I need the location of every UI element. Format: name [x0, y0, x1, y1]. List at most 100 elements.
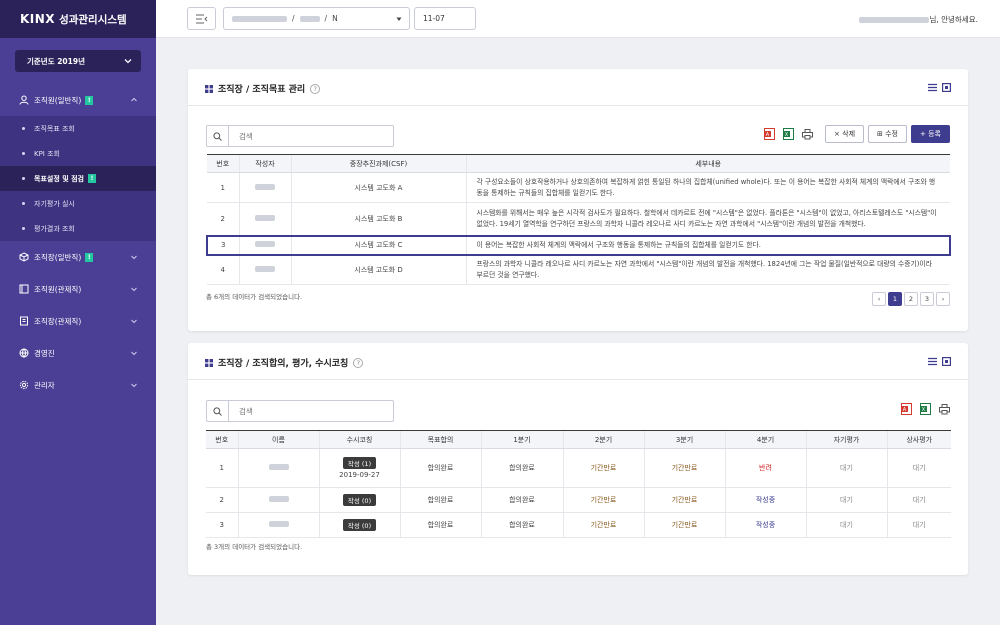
submenu: 조직목표 조회 KPI 조회 목표설정 및 점검! 자기평가 실시 평가결과 조… — [0, 116, 156, 241]
maximize-panel-icon[interactable] — [942, 83, 951, 92]
table-row-selected[interactable]: 3 시스템 고도화 C 이 용어는 복잡한 사회적 체계의 맥락에서 구조와 행… — [206, 234, 951, 256]
col-header[interactable]: 이름 — [237, 430, 319, 449]
submenu-goal-setting[interactable]: 목표설정 및 점검! — [0, 166, 156, 191]
alert-badge: ! — [87, 174, 96, 183]
col-header[interactable]: 세부내용 — [465, 154, 950, 173]
submenu-self-eval[interactable]: 자기평가 실시 — [0, 191, 156, 216]
menu-admin[interactable]: 관리자 — [0, 369, 156, 401]
collapse-panel-icon[interactable] — [928, 357, 937, 366]
selector-separator: / — [324, 14, 328, 23]
q4-cell[interactable]: 반려 — [724, 448, 806, 488]
table-row[interactable]: 2 작성 (0) 합의완료 합의완료 기간만료 기간만료 작성중 대기 대기 — [206, 487, 951, 513]
col-header[interactable]: 상사평가 — [886, 430, 951, 449]
col-header[interactable]: 중장추진과제(CSF) — [290, 154, 466, 173]
coaching-cell: 작성 (0) — [318, 512, 400, 538]
print-icon[interactable] — [939, 403, 950, 415]
add-button[interactable]: + 등록 — [911, 125, 950, 143]
agreement-eval-panel: 조직장 / 조직합의, 평가, 수시코칭 ? A X 번호 이름 수시코칭 목표… — [188, 343, 968, 575]
org-goal-panel: 조직장 / 조직목표 관리 ? A X × 삭제 ⊞ 수정 + 등록 번호 작성… — [188, 69, 968, 331]
agree-cell: 합의완료 — [399, 487, 481, 513]
brand-header[interactable]: KINX 성과관리시스템 — [0, 0, 156, 38]
user-greeting[interactable]: 님, 안녕하세요. — [859, 14, 978, 25]
col-header[interactable]: 4분기 — [724, 430, 806, 449]
submenu-eval-result[interactable]: 평가결과 조회 — [0, 216, 156, 241]
detail-cell: 각 구성요소들이 상호작용하거나 상호의존하여 복잡하게 얽힌 통일된 하나의 … — [465, 172, 950, 203]
col-header[interactable]: 작성자 — [238, 154, 291, 173]
year-select[interactable]: 기준년도 2019년 — [15, 50, 141, 72]
redacted-user — [859, 16, 930, 23]
next-page-button[interactable]: › — [936, 292, 950, 306]
coaching-write-button[interactable]: 작성 (0) — [342, 494, 377, 506]
pdf-export-icon[interactable]: A — [764, 128, 776, 140]
chevron-down-icon — [131, 255, 137, 260]
redacted-author — [255, 214, 275, 221]
search-icon[interactable] — [207, 401, 229, 421]
table-row[interactable]: 3 작성 (0) 합의완료 합의완료 기간만료 기간만료 작성중 대기 대기 — [206, 512, 951, 538]
org-goal-table: 번호 작성자 중장추진과제(CSF) 세부내용 1 시스템 고도화 A 각 구성… — [206, 154, 951, 285]
search-input[interactable] — [229, 131, 379, 141]
prev-page-button[interactable]: ‹ — [872, 292, 886, 306]
alert-badge: ! — [85, 252, 94, 262]
col-header[interactable]: 목표합의 — [399, 430, 481, 449]
file-icon — [18, 316, 29, 327]
date-field[interactable]: 11-07 — [414, 7, 476, 30]
delete-button[interactable]: × 삭제 — [825, 125, 865, 143]
detail-cell: 프랑스의 과학자 니콜라 레오나르 사디 카르노는 자연 과학에서 "시스템"이… — [465, 254, 950, 285]
coaching-cell: 작성 (0) — [318, 487, 400, 513]
col-header[interactable]: 번호 — [206, 430, 238, 449]
coaching-write-button[interactable]: 작성 (1) — [342, 457, 377, 469]
row-number: 3 — [206, 234, 239, 256]
col-header[interactable]: 자기평가 — [805, 430, 887, 449]
print-icon[interactable] — [802, 128, 814, 140]
table-row[interactable]: 4 시스템 고도화 D 프랑스의 과학자 니콜라 레오나르 사디 카르노는 자연… — [207, 254, 950, 285]
help-icon[interactable]: ? — [353, 357, 364, 368]
search-icon[interactable] — [207, 126, 229, 146]
detail-cell: 시스템화를 위해서는 매우 높은 시각적 검사도가 필요하다. 철학에서 데카르… — [465, 202, 950, 236]
edit-button[interactable]: ⊞ 수정 — [868, 125, 908, 143]
submenu-org-goal[interactable]: 조직목표 조회 — [0, 116, 156, 141]
greeting-text: 님, 안녕하세요. — [929, 15, 978, 24]
page-button[interactable]: 3 — [920, 292, 934, 306]
table-row[interactable]: 1 작성 (1) 2019-09-27 합의완료 합의완료 기간만료 기간만료 반… — [206, 448, 951, 488]
panel-divider — [188, 105, 968, 106]
search-input[interactable] — [229, 406, 379, 416]
maximize-panel-icon[interactable] — [942, 357, 951, 366]
excel-export-icon[interactable]: X — [920, 403, 931, 415]
col-header[interactable]: 3분기 — [643, 430, 725, 449]
csf-cell: 시스템 고도화 C — [290, 234, 466, 256]
gear-icon — [18, 380, 29, 391]
menu-toggle-button[interactable] — [187, 7, 216, 30]
col-header[interactable]: 수시코칭 — [318, 430, 400, 449]
name-cell — [237, 448, 319, 488]
submenu-kpi[interactable]: KPI 조회 — [0, 141, 156, 166]
menu-collapse-icon — [195, 14, 207, 23]
table-row[interactable]: 2 시스템 고도화 B 시스템화를 위해서는 매우 높은 시각적 검사도가 필요… — [207, 202, 950, 236]
menu-org-member-control[interactable]: 조직원(관제직) — [0, 273, 156, 305]
row-number: 1 — [207, 172, 239, 203]
help-icon[interactable]: ? — [310, 83, 321, 94]
submenu-label: 조직목표 조회 — [34, 124, 75, 133]
csf-cell: 시스템 고도화 A — [290, 172, 466, 203]
col-header[interactable]: 1분기 — [480, 430, 563, 449]
q4-cell[interactable]: 작성중 — [724, 487, 806, 513]
col-header[interactable]: 번호 — [207, 154, 239, 173]
chevron-down-icon — [131, 319, 137, 324]
page-button-current[interactable]: 1 — [888, 292, 902, 306]
col-header[interactable]: 2분기 — [562, 430, 644, 449]
menu-org-leader-control[interactable]: 조직장(관제직) — [0, 305, 156, 337]
coaching-cell: 작성 (1) 2019-09-27 — [318, 448, 400, 488]
panel-title: 조직장 / 조직합의, 평가, 수시코칭 ? — [205, 356, 364, 369]
pdf-export-icon[interactable]: A — [901, 403, 912, 415]
excel-export-icon[interactable]: X — [783, 128, 795, 140]
q4-cell[interactable]: 작성중 — [724, 512, 806, 538]
user-icon — [18, 95, 29, 106]
menu-org-member-general[interactable]: 조직원(일반직) ! — [0, 84, 156, 116]
page-button[interactable]: 2 — [904, 292, 918, 306]
collapse-panel-icon[interactable] — [928, 83, 937, 92]
coaching-write-button[interactable]: 작성 (0) — [342, 519, 377, 531]
menu-org-leader-general[interactable]: 조직장(일반직) ! — [0, 241, 156, 273]
org-selector[interactable]: / / N — [223, 7, 410, 30]
table-row[interactable]: 1 시스템 고도화 A 각 구성요소들이 상호작용하거나 상호의존하여 복잡하게… — [207, 172, 950, 203]
menu-executive[interactable]: 경영진 — [0, 337, 156, 369]
table-header-row: 번호 작성자 중장추진과제(CSF) 세부내용 — [207, 154, 950, 173]
